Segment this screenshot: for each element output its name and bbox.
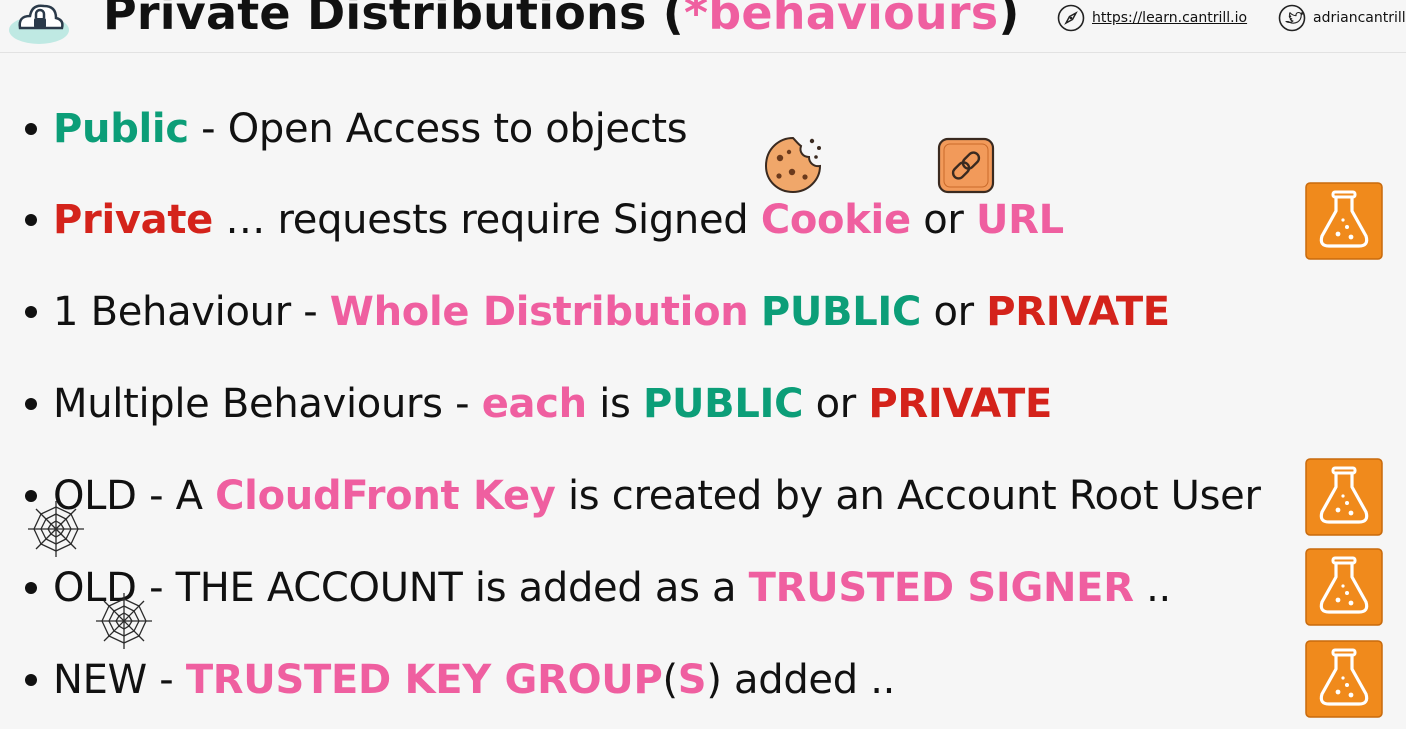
- spider-web-icon: [28, 501, 84, 557]
- bullet-text: Private … requests require Signed Cookie…: [53, 197, 1064, 243]
- slide-header: Private Distributions (*behaviours) http…: [0, 0, 1406, 53]
- bullet-segment: or: [921, 289, 987, 335]
- lab-flask-icon[interactable]: [1305, 548, 1383, 626]
- bullet-segment: - Open Access to objects: [188, 106, 688, 152]
- bullet-dot: [25, 123, 37, 135]
- bullet-segment: NEW -: [53, 657, 186, 703]
- bullet-text: 1 Behaviour - Whole Distribution PUBLIC …: [53, 289, 1170, 335]
- website-url[interactable]: https://learn.cantrill.io: [1092, 10, 1247, 26]
- lab-flask-icon[interactable]: [1305, 458, 1383, 536]
- compass-icon: [1057, 4, 1085, 32]
- bullet-segment: is: [586, 381, 643, 427]
- title-main: Private Distributions (: [103, 0, 684, 40]
- bullet-segment: PRIVATE: [986, 289, 1170, 335]
- cookie-icon: [764, 136, 822, 194]
- bullet-segment: Private: [53, 197, 213, 243]
- bullet-dot: [25, 674, 37, 686]
- title-accent: *behaviours: [683, 0, 999, 40]
- bullet-segment: ..: [1133, 565, 1171, 611]
- bullet-text: Public - Open Access to objects: [53, 106, 688, 152]
- bullet-dot: [25, 306, 37, 318]
- bullet-text: NEW - TRUSTED KEY GROUP(S) added ..: [53, 657, 895, 703]
- bullet-segment: TRUSTED SIGNER: [748, 565, 1134, 611]
- bullet-segment: OLD - THE ACCOUNT is added as a: [53, 565, 749, 611]
- website-link[interactable]: https://learn.cantrill.io: [1057, 4, 1247, 32]
- page-title: Private Distributions (*behaviours): [103, 0, 1020, 40]
- title-close: ): [998, 0, 1020, 40]
- bullet-item: Private … requests require Signed Cookie…: [22, 190, 1064, 250]
- bullet-segment: TRUSTED KEY GROUP: [185, 657, 663, 703]
- bullet-segment: or: [910, 197, 976, 243]
- bullet-segment: Whole Distribution: [329, 289, 749, 335]
- bullet-text: OLD - A CloudFront Key is created by an …: [53, 473, 1261, 519]
- bullet-segment: Multiple Behaviours -: [53, 381, 482, 427]
- bullet-text: OLD - THE ACCOUNT is added as a TRUSTED …: [53, 565, 1171, 611]
- cloud-logo-icon: [9, 4, 69, 44]
- twitter-link[interactable]: adriancantrill: [1278, 4, 1406, 32]
- bullet-item: OLD - THE ACCOUNT is added as a TRUSTED …: [22, 558, 1171, 618]
- bullet-item: NEW - TRUSTED KEY GROUP(S) added ..: [22, 650, 895, 710]
- bullet-dot: [25, 398, 37, 410]
- bullet-segment: … requests require Signed: [212, 197, 761, 243]
- bullet-item: Multiple Behaviours - each is PUBLIC or …: [22, 374, 1052, 434]
- bullet-item: Public - Open Access to objects: [22, 99, 688, 159]
- bullet-text: Multiple Behaviours - each is PUBLIC or …: [53, 381, 1052, 427]
- spider-web-icon: [96, 593, 152, 649]
- bullet-segment: Cookie: [760, 197, 911, 243]
- bullet-segment: PUBLIC: [642, 381, 804, 427]
- bullet-segment: ) added ..: [706, 657, 896, 703]
- bullet-segment: [748, 289, 760, 335]
- bullet-segment: PUBLIC: [760, 289, 922, 335]
- bullet-segment: is created by an Account Root User: [555, 473, 1261, 519]
- bullet-segment: PRIVATE: [868, 381, 1052, 427]
- bullet-segment: CloudFront Key: [215, 473, 556, 519]
- bullet-segment: Public: [53, 106, 189, 152]
- bullet-dot: [25, 582, 37, 594]
- twitter-icon: [1278, 4, 1306, 32]
- bullet-segment: each: [481, 381, 587, 427]
- bullet-segment: (: [662, 657, 678, 703]
- bullet-segment: or: [803, 381, 869, 427]
- link-icon: [937, 137, 995, 194]
- bullet-segment: URL: [975, 197, 1064, 243]
- bullet-dot: [25, 214, 37, 226]
- lab-flask-icon[interactable]: [1305, 182, 1383, 260]
- bullet-item: 1 Behaviour - Whole Distribution PUBLIC …: [22, 282, 1170, 342]
- bullet-segment: 1 Behaviour -: [53, 289, 330, 335]
- twitter-handle[interactable]: adriancantrill: [1313, 10, 1406, 26]
- bullet-item: OLD - A CloudFront Key is created by an …: [22, 466, 1261, 526]
- bullet-segment: S: [677, 657, 707, 703]
- lab-flask-icon[interactable]: [1305, 640, 1383, 718]
